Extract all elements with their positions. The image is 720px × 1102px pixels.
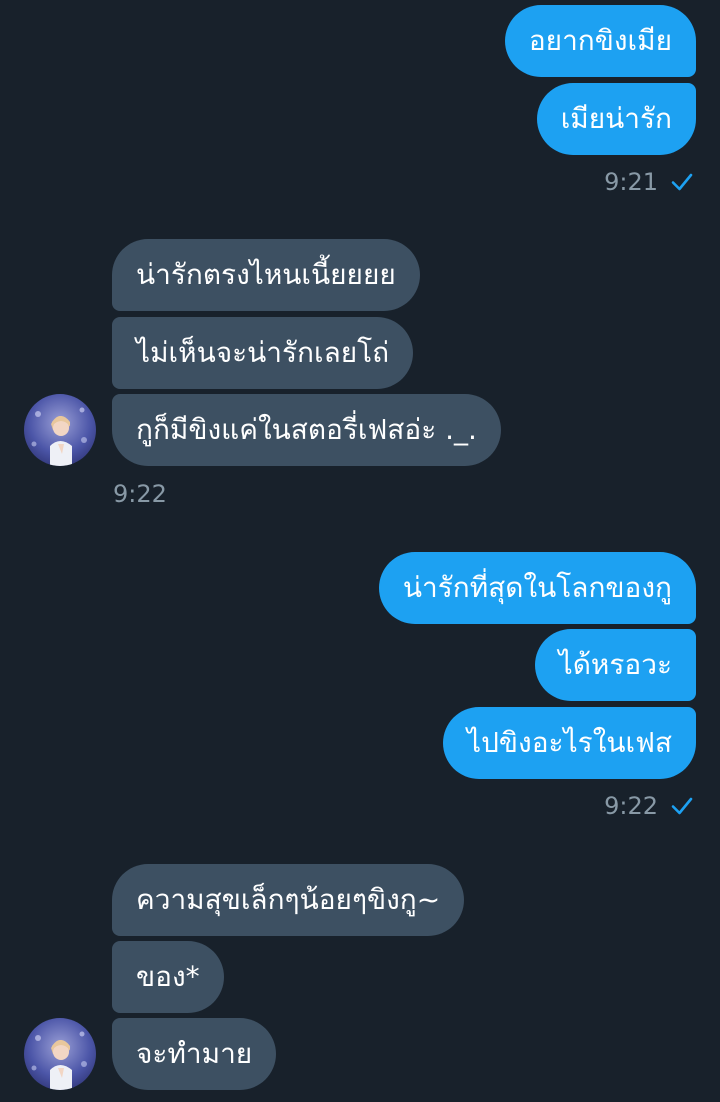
received-message-bubble[interactable]: จะทำมาย <box>112 1018 277 1090</box>
check-icon <box>671 797 693 815</box>
sent-message-bubble[interactable]: น่ารักที่สุดในโลกของกู <box>378 552 696 624</box>
avatar[interactable] <box>24 394 96 466</box>
received-message-bubble[interactable]: ไม่เห็นจะน่ารักเลยโถ่ <box>112 317 414 389</box>
message-timestamp: 9:21 <box>604 168 658 196</box>
received-message-bubble[interactable]: กูก็มีขิงแค่ในสตอรี่เฟสอ่ะ ._. <box>112 394 501 466</box>
sent-message-bubble[interactable]: ได้หรอวะ <box>534 629 696 701</box>
received-message-bubble[interactable]: ความสุขเล็กๆน้อยๆขิงกู~ <box>112 864 465 936</box>
received-message-bubble[interactable]: น่ารักตรงไหนเนี้ยยยย <box>112 239 420 311</box>
sent-message-bubble[interactable]: อยากขิงเมีย <box>504 5 696 77</box>
sent-message-bubble[interactable]: เมียน่ารัก <box>536 83 696 155</box>
message-timestamp: 9:22 <box>113 480 167 508</box>
check-icon <box>671 173 693 191</box>
received-message-bubble[interactable]: ของ* <box>112 941 224 1013</box>
avatar[interactable] <box>24 1018 96 1090</box>
sent-message-bubble[interactable]: ไปขิงอะไรในเฟส <box>443 707 696 779</box>
message-timestamp: 9:22 <box>604 792 658 820</box>
